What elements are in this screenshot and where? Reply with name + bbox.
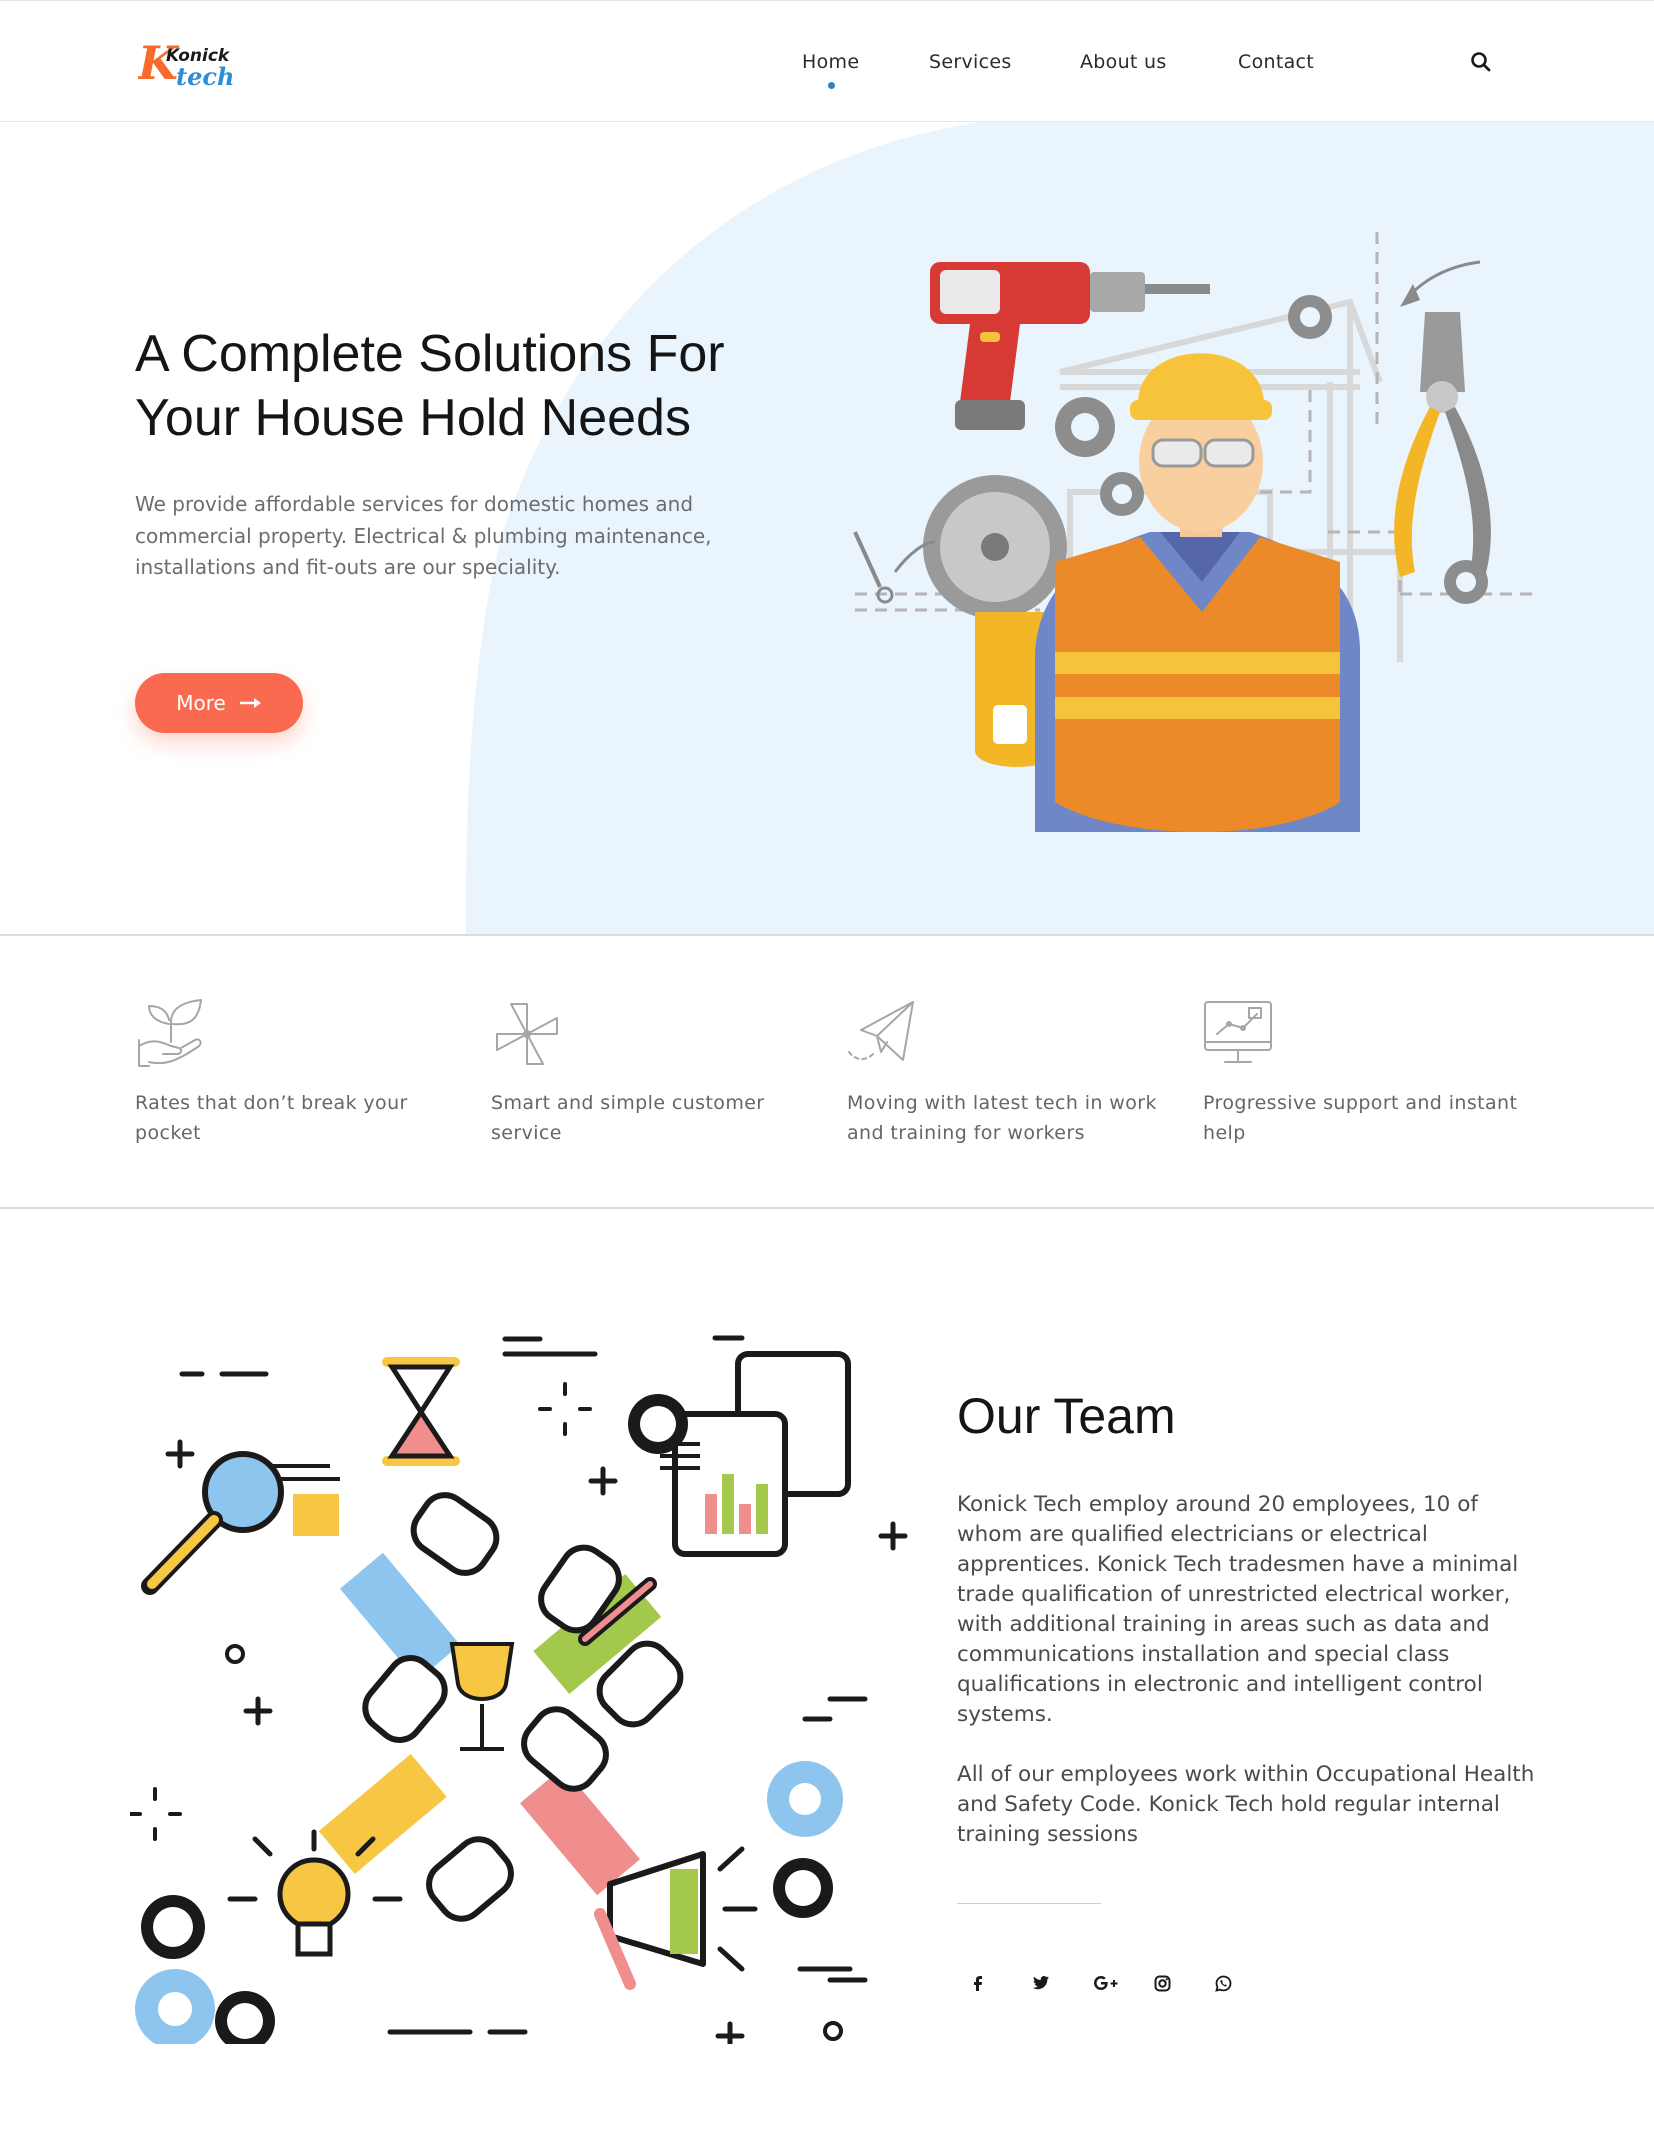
hero-title-line1: A Complete Solutions For bbox=[135, 325, 725, 383]
feature-text: Rates that don’t break your pocket bbox=[135, 1092, 408, 1144]
paper-plane-icon bbox=[848, 1001, 914, 1061]
pinwheel-icon bbox=[496, 1003, 558, 1065]
plant-hand-icon bbox=[138, 999, 202, 1067]
social-links bbox=[957, 1969, 1262, 1997]
feature-text: Progressive support and instant help bbox=[1203, 1092, 1518, 1144]
features-section: Rates that don’t break your pocket Smart… bbox=[0, 936, 1654, 1209]
more-button[interactable]: More bbox=[135, 673, 303, 733]
feature-text: Moving with latest tech in work and trai… bbox=[847, 1092, 1157, 1144]
teamwork-illustration bbox=[130, 1335, 908, 2044]
nav-services[interactable]: Services bbox=[929, 51, 1012, 73]
hero-title-line2: Your House Hold Needs bbox=[135, 389, 691, 447]
team-section: Our Team Konick Tech employ around 20 em… bbox=[0, 1209, 1654, 2140]
arrow-right-icon bbox=[239, 698, 261, 708]
site-header: K Konick tech Home Services About us Con… bbox=[0, 0, 1654, 122]
team-paragraph-1: Konick Tech employ around 20 employees, … bbox=[957, 1492, 1519, 1727]
monitor-chart-icon bbox=[1204, 1001, 1272, 1063]
feature-text: Smart and simple customer service bbox=[491, 1092, 765, 1144]
instagram-icon bbox=[1154, 1975, 1171, 1991]
twitter-icon bbox=[1032, 1976, 1049, 1990]
instagram-link[interactable] bbox=[1140, 1969, 1201, 1997]
nav-services-label: Services bbox=[929, 51, 1012, 73]
twitter-link[interactable] bbox=[1018, 1969, 1079, 1997]
logo[interactable]: K Konick tech bbox=[136, 35, 248, 91]
feature-item: Rates that don’t break your pocket bbox=[135, 998, 455, 1148]
hero-section: A Complete Solutions For Your House Hold… bbox=[0, 122, 1654, 936]
facebook-link[interactable] bbox=[957, 1969, 1018, 1997]
divider bbox=[957, 1903, 1101, 1904]
team-paragraph-2: All of our employees work within Occupat… bbox=[957, 1762, 1535, 1847]
svg-text:tech: tech bbox=[176, 62, 234, 91]
whatsapp-icon bbox=[1215, 1975, 1232, 1992]
google-plus-icon bbox=[1094, 1976, 1118, 1990]
feature-item: Smart and simple customer service bbox=[491, 998, 811, 1148]
nav-home-label: Home bbox=[802, 51, 860, 73]
feature-item: Moving with latest tech in work and trai… bbox=[847, 998, 1167, 1148]
nav-contact-label: Contact bbox=[1238, 51, 1315, 73]
nav-home[interactable]: Home bbox=[802, 51, 860, 89]
more-button-label: More bbox=[176, 691, 226, 715]
hero-title: A Complete Solutions For Your House Hold… bbox=[135, 322, 835, 450]
nav-contact[interactable]: Contact bbox=[1238, 51, 1314, 73]
hero-description: We provide affordable services for domes… bbox=[135, 492, 712, 579]
facebook-icon bbox=[974, 1976, 982, 1991]
nav-about[interactable]: About us bbox=[1080, 51, 1167, 73]
worker-illustration bbox=[853, 232, 1540, 832]
google-plus-link[interactable] bbox=[1079, 1969, 1140, 1997]
nav-about-label: About us bbox=[1080, 51, 1167, 73]
search-icon[interactable] bbox=[1470, 51, 1492, 73]
team-title: Our Team bbox=[957, 1388, 1176, 1444]
whatsapp-link[interactable] bbox=[1201, 1969, 1262, 1997]
active-indicator-dot bbox=[827, 82, 835, 89]
feature-item: Progressive support and instant help bbox=[1203, 998, 1523, 1148]
